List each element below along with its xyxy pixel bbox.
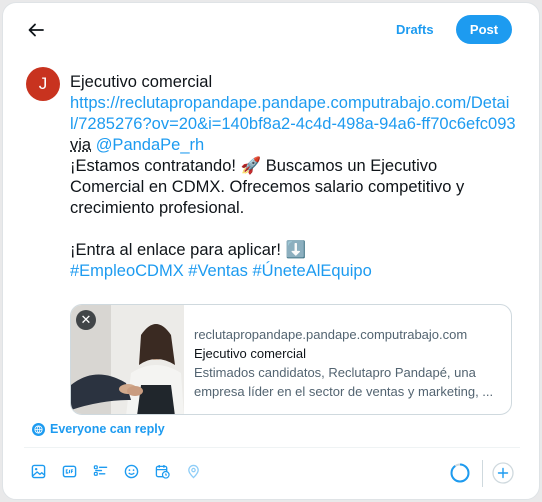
post-button[interactable]: Post [456, 15, 512, 44]
reply-setting-button[interactable]: Everyone can reply [32, 420, 165, 438]
back-button[interactable] [25, 19, 47, 41]
divider [24, 447, 520, 448]
location-icon[interactable] [184, 462, 202, 480]
compose-dialog: Drafts Post J Ejecutivo comercial https:… [2, 2, 540, 500]
drafts-button[interactable]: Drafts [388, 18, 442, 42]
tweet-paragraph-2: ¡Entra al enlace para aplicar! ⬇️ [70, 241, 307, 259]
reply-setting-label: Everyone can reply [50, 422, 165, 436]
tweet-text-editor[interactable]: Ejecutivo comercial https://reclutapropa… [70, 72, 516, 282]
link-preview-domain: reclutapropandape.pandape.computrabajo.c… [194, 327, 468, 342]
arrow-left-icon [28, 23, 44, 37]
schedule-icon[interactable] [153, 462, 171, 480]
avatar[interactable]: J [26, 67, 60, 101]
compose-toolbar [29, 462, 202, 480]
link-preview-card[interactable]: ✕ reclutapropandape.pandape.computrabajo… [70, 304, 512, 415]
tweet-hashtags[interactable]: #EmpleoCDMX #Ventas #ÚneteAlEquipo [70, 261, 516, 282]
tweet-title: Ejecutivo comercial [70, 73, 213, 91]
emoji-icon[interactable] [122, 462, 140, 480]
tweet-url-line: https://reclutapropandape.pandape.comput… [70, 93, 516, 156]
gif-icon[interactable] [60, 462, 78, 480]
link-preview-description: Estimados candidatos, Reclutapro Pandapé… [194, 365, 494, 399]
via-text: via [70, 136, 92, 154]
tweet-paragraph-1: ¡Estamos contratando! 🚀 Buscamos un Ejec… [70, 157, 465, 217]
link-preview-text: reclutapropandape.pandape.computrabajo.c… [184, 305, 511, 414]
image-icon[interactable] [29, 462, 47, 480]
mention[interactable]: @PandaPe_rh [96, 136, 205, 154]
character-progress-ring [450, 463, 470, 483]
remove-card-button[interactable]: ✕ [76, 310, 96, 330]
add-post-button[interactable] [492, 462, 514, 484]
tweet-url[interactable]: https://reclutapropandape.pandape.comput… [70, 94, 516, 133]
link-preview-title: Ejecutivo comercial [194, 346, 306, 361]
toolbar-separator [482, 460, 483, 487]
link-preview-image: ✕ [71, 305, 184, 414]
poll-icon[interactable] [91, 462, 109, 480]
globe-icon [32, 422, 45, 436]
